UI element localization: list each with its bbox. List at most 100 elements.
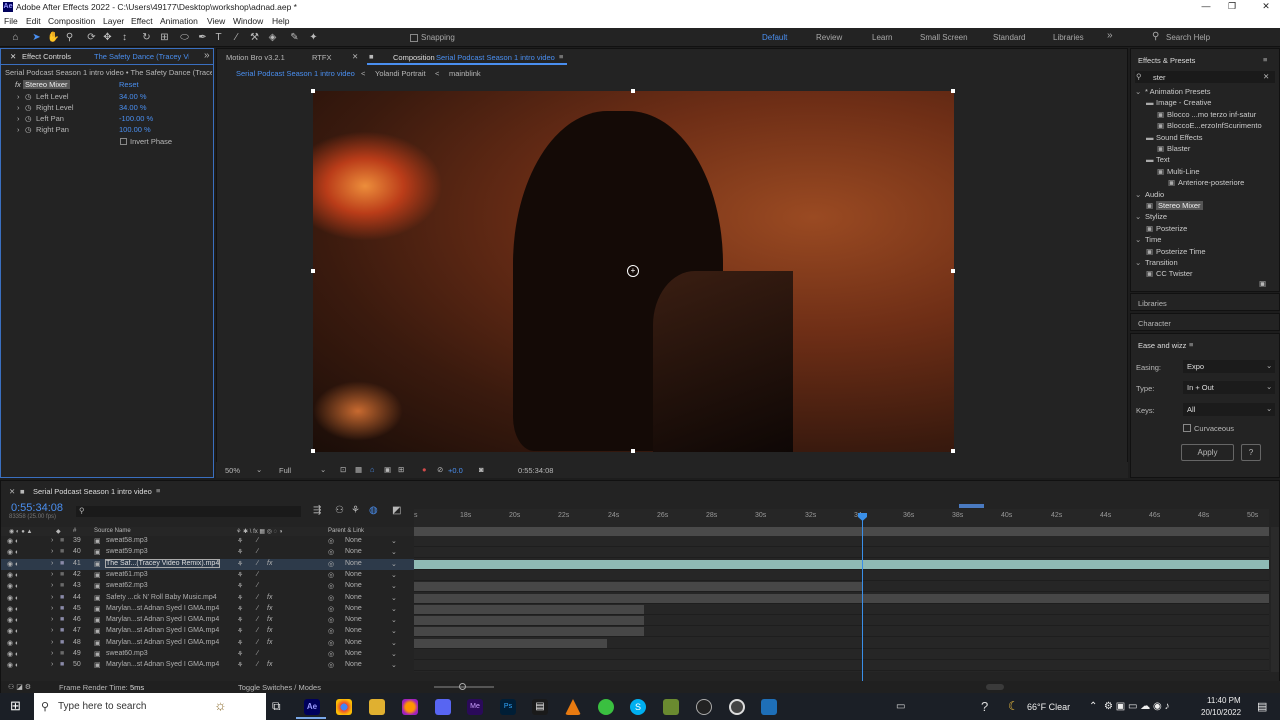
fx-switch-icon[interactable]: fx <box>267 639 272 646</box>
panel-menu-icon[interactable]: ≡ <box>1263 55 1267 64</box>
menu-help[interactable]: Help <box>272 16 289 26</box>
chrome-taskbar-icon[interactable] <box>336 699 352 715</box>
app-blue-taskbar-icon[interactable] <box>761 699 777 715</box>
quality-switch-icon[interactable]: ∕ <box>257 605 258 612</box>
eye-icon[interactable]: ◉ ◐ <box>7 605 19 613</box>
shy-switch-icon[interactable]: ⚘ <box>237 605 243 613</box>
parent-select[interactable]: None <box>345 571 362 578</box>
panel-menu-icon[interactable]: ≡ <box>1189 340 1193 349</box>
grid-icon[interactable]: ⊞ <box>398 465 404 474</box>
help-circle-icon[interactable]: ? <box>981 699 988 714</box>
comp-flowchart-icon[interactable]: ⇶ <box>313 505 321 516</box>
fx-switch-icon[interactable]: fx <box>267 560 272 567</box>
layer-source-name[interactable]: sweat59.mp3 <box>106 548 148 555</box>
label-color-icon[interactable]: ■ <box>60 661 64 668</box>
effect-controls-close-icon[interactable]: ✕ <box>10 52 16 61</box>
workspace-default[interactable]: Default <box>762 33 787 42</box>
anchor-point-icon[interactable]: + <box>627 265 639 277</box>
shy-switch-icon[interactable]: ⚘ <box>237 582 243 590</box>
shy-switch-icon[interactable]: ⚘ <box>237 594 243 602</box>
layer-source-name[interactable]: sweat58.mp3 <box>106 537 148 544</box>
pen-tool-icon[interactable]: ✒ <box>196 31 209 44</box>
layer-source-name[interactable]: Marylan...st Adnan Syed I GMA.mp4 <box>106 639 219 646</box>
effects-tree-item[interactable]: ▬ Sound Effects <box>1131 132 1279 143</box>
quality-switch-icon[interactable]: ∕ <box>257 582 258 589</box>
parent-pickwhip-icon[interactable]: ◎ <box>328 537 334 545</box>
shy-switch-icon[interactable]: ⚘ <box>237 537 243 545</box>
transparency-grid-icon[interactable]: ▦ <box>355 465 362 474</box>
type-tool-icon[interactable]: T <box>212 31 225 44</box>
effects-tree-item[interactable]: ⌄ Transition <box>1131 257 1279 268</box>
effects-tree-item[interactable]: ▣ Posterize <box>1131 223 1279 234</box>
shy-switch-icon[interactable]: ⚘ <box>237 548 243 556</box>
current-timecode[interactable]: 0:55:34:08 <box>11 502 63 514</box>
parent-pickwhip-icon[interactable]: ◎ <box>328 582 334 590</box>
minimize-icon[interactable]: — <box>1196 1 1216 14</box>
guides-icon[interactable]: ▣ <box>384 465 391 474</box>
parent-select[interactable]: None <box>345 548 362 555</box>
eye-icon[interactable]: ◉ ◐ <box>7 548 19 556</box>
effects-tree-item[interactable]: ▣ Posterize Time <box>1131 246 1279 257</box>
workspace-more-icon[interactable]: » <box>1107 30 1113 41</box>
tab-rtfx[interactable]: RTFX <box>312 53 331 62</box>
shy-switch-icon[interactable]: ⚘ <box>237 616 243 624</box>
parent-select[interactable]: None <box>345 639 362 646</box>
effect-name-stereo-mixer[interactable]: Stereo Mixer <box>23 80 70 89</box>
fx-switch-icon[interactable]: fx <box>267 605 272 612</box>
snapping-checkbox[interactable] <box>410 34 418 42</box>
label-color-icon[interactable]: ■ <box>60 560 64 567</box>
layer-row[interactable]: ◉ ◐ › ■ 43 ▣ sweat62.mp3 ⚘ ∕ ◎ None ⌄ <box>1 581 414 592</box>
home-icon[interactable]: ⌂ <box>9 31 22 44</box>
eye-icon[interactable]: ◉ ◐ <box>7 650 19 658</box>
zoom-tool-icon[interactable]: ⚲ <box>63 31 76 44</box>
notifications-icon[interactable]: ▤ <box>1257 700 1267 713</box>
motion-blur-icon[interactable]: ◍ <box>369 505 378 516</box>
shy-switch-icon[interactable]: ⚘ <box>237 560 243 568</box>
label-color-icon[interactable]: ■ <box>60 537 64 544</box>
invert-phase-checkbox[interactable] <box>120 138 127 145</box>
eye-icon[interactable]: ◉ ◐ <box>7 627 19 635</box>
brush-tool-icon[interactable]: ∕ <box>230 31 243 44</box>
timeline-horizontal-scrollbar[interactable] <box>986 684 1004 690</box>
tab-motion-bro[interactable]: Motion Bro v3.2.1 <box>226 53 285 62</box>
effects-search-input[interactable]: ⚲ ster ✕ <box>1135 71 1275 83</box>
discord-taskbar-icon[interactable] <box>435 699 451 715</box>
expand-chevron-icon[interactable]: › <box>51 661 53 668</box>
effects-tree-item[interactable]: ⌄ Stylize <box>1131 211 1279 222</box>
workspace-libraries[interactable]: Libraries <box>1053 33 1084 42</box>
comp-mini-flowchart-icon[interactable]: ⚇ ◪ ⚙ <box>8 683 31 691</box>
layer-row[interactable]: ◉ ◐ › ■ 45 ▣ Marylan...st Adnan Syed I GMA.mp… <box>1 604 414 615</box>
layer-row[interactable]: ◉ ◐ › ■ 50 ▣ Marylan...st Adnan Syed I GMA.mp… <box>1 660 414 671</box>
expand-chevron-icon[interactable]: › <box>51 537 53 544</box>
apply-button[interactable]: Apply <box>1181 444 1234 461</box>
eye-icon[interactable]: ◉ ◐ <box>7 571 19 579</box>
eye-icon[interactable]: ◉ ◐ <box>7 594 19 602</box>
param-value[interactable]: 100.00 % <box>119 125 151 134</box>
panel-expand-icon[interactable]: » <box>204 50 210 61</box>
draft-3d-icon[interactable]: ⚇ <box>335 505 344 516</box>
parent-pickwhip-icon[interactable]: ◎ <box>328 560 334 568</box>
layer-source-name[interactable]: sweat61.mp3 <box>106 571 148 578</box>
close-icon[interactable]: ✕ <box>1256 1 1276 14</box>
fx-switch-icon[interactable]: fx <box>267 594 272 601</box>
pan-tool-icon[interactable]: ✥ <box>101 31 114 44</box>
lock-icon[interactable]: ■ <box>20 487 25 496</box>
eye-icon[interactable]: ◉ ◐ <box>7 639 19 647</box>
effects-tree-item[interactable]: ▣ Anteriore-posteriore <box>1131 177 1279 188</box>
exposure-reset-icon[interactable]: ⊘ <box>437 465 443 474</box>
character-title[interactable]: Character <box>1138 319 1171 328</box>
label-color-icon[interactable]: ■ <box>60 616 64 623</box>
effect-reset-link[interactable]: Reset <box>119 80 139 89</box>
label-color-icon[interactable]: ■ <box>60 605 64 612</box>
layer-source-name[interactable]: The Saf...(Tracey Video Remix).mp4 <box>104 558 221 568</box>
weather-text[interactable]: 66°F Clear <box>1027 702 1070 712</box>
quality-switch-icon[interactable]: ∕ <box>257 560 258 567</box>
menu-animation[interactable]: Animation <box>160 16 198 26</box>
quality-switch-icon[interactable]: ∕ <box>257 594 258 601</box>
effects-tree-item[interactable]: ▬ Text <box>1131 154 1279 165</box>
layer-row[interactable]: ◉ ◐ › ■ 47 ▣ Marylan...st Adnan Syed I GMA.mp… <box>1 626 414 637</box>
zoom-slider-thumb[interactable] <box>459 683 466 690</box>
parent-select[interactable]: None <box>345 560 362 567</box>
stopwatch-icon[interactable]: ◷ <box>25 103 32 112</box>
quality-switch-icon[interactable]: ∕ <box>257 548 258 555</box>
